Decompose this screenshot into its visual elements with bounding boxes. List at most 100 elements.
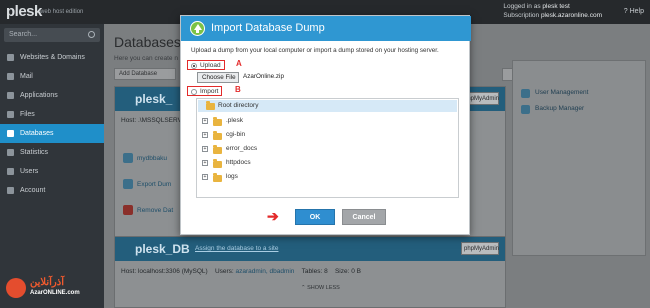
chosen-file-name: AzarOnline.zip [243,73,284,80]
database-backup-link[interactable]: mydbbaku [137,155,167,162]
import-label: Import [200,88,219,95]
logged-in-user[interactable]: plesk test [542,3,569,10]
tree-folder-label: error_docs [226,145,258,152]
sidebar-item-label: Databases [20,130,54,137]
import-dump-dialog: Import Database Dump Upload a dump from … [180,15,471,235]
page-title: Databases [114,34,181,50]
expand-icon[interactable]: + [202,118,208,124]
sidebar-item-files[interactable]: Files [0,105,104,124]
database-host: Host: .\MSSQLSERV [121,117,182,124]
logged-in-label: Logged in as [503,3,541,10]
tree-folder-row[interactable]: + logs [197,171,456,183]
directory-tree: Root directory + .plesk + cgi-bin + erro… [196,98,459,198]
tree-root-row[interactable]: Root directory [198,100,457,112]
dialog-title: Import Database Dump [211,22,325,34]
import-option[interactable]: Import [187,86,223,96]
sidebar-item-databases[interactable]: Databases [0,124,104,143]
user-icon [7,168,14,175]
help-icon: ? [623,8,628,15]
right-sidebar: User Management Backup Manager [512,60,646,256]
watermark-logo: آذرآنلاین AzarONLINE.com [6,276,94,302]
database-icon [7,130,14,137]
upload-icon [190,21,205,36]
plesk-logo[interactable]: plesk [6,3,42,20]
applications-icon [7,92,14,99]
database-host: Host: localhost:3306 (MySQL) Users: azar… [121,268,361,275]
backup-manager-link[interactable]: Backup Manager [535,105,584,112]
chevron-up-icon: ⌃ [301,285,306,291]
tree-root-label: Root directory [218,102,259,109]
backup-manager-icon [521,105,530,114]
assign-database-link[interactable]: Assign the database to a site [195,245,278,252]
upload-label: Upload [200,62,221,69]
dialog-description: Upload a dump from your local computer o… [191,47,439,54]
mail-icon [7,73,14,80]
subscription-value[interactable]: plesk.azaronline.com [541,12,602,19]
import-radio[interactable] [191,89,197,95]
users-label: Users: [214,268,234,275]
user-management-link[interactable]: User Management [535,89,588,96]
sidebar-item-label: Applications [20,92,58,99]
upload-option[interactable]: Upload [187,60,225,70]
sidebar-item-mail[interactable]: Mail [0,67,104,86]
sidebar-item-websites[interactable]: Websites & Domains [0,48,104,67]
statistics-icon [7,149,14,156]
remove-icon [123,205,133,215]
expand-icon[interactable]: + [202,146,208,152]
sidebar-item-statistics[interactable]: Statistics [0,143,104,162]
folder-icon [7,111,14,118]
tree-folder-row[interactable]: + .plesk [197,115,456,127]
expand-icon[interactable]: + [202,132,208,138]
sidebar-item-label: Account [20,187,46,194]
remove-database-link[interactable]: Remove Dat [137,207,173,214]
show-less-label: SHOW LESS [307,285,340,291]
folder-icon [213,117,222,126]
annotation-marker-b: B [235,85,241,94]
sidebar-nav: Websites & Domains Mail Applications Fil… [0,48,104,200]
add-database-button[interactable]: Add Database [114,68,176,80]
users-list[interactable]: azaradmin, dbadmin [236,268,295,275]
sidebar-search-input[interactable]: Search... [4,28,100,42]
database-size: Size: 0 B [334,268,361,275]
backup-icon [123,153,133,163]
tree-folder-label: httpdocs [226,159,251,166]
subscription-label: Subscription [503,12,540,19]
globe-icon [7,54,14,61]
watermark-name: آذرآنلاین [30,277,64,288]
cancel-button[interactable]: Cancel [342,209,386,225]
sidebar-item-users[interactable]: Users [0,162,104,181]
database-name[interactable]: plesk_DB [135,242,190,256]
help-label: Help [629,8,644,15]
tree-folder-label: .plesk [226,117,243,124]
help-menu[interactable]: ? Help [624,8,644,15]
expand-icon[interactable]: + [202,160,208,166]
account-info: Logged in as plesk test Subscription ple… [503,2,602,20]
upload-radio[interactable] [191,63,197,69]
edition-label: web host edition [40,9,84,15]
export-dump-link[interactable]: Export Dum [137,181,171,188]
sidebar-item-label: Websites & Domains [20,54,85,61]
sidebar: Search... Websites & Domains Mail Applic… [0,24,104,308]
tree-folder-row[interactable]: + httpdocs [197,157,456,169]
sidebar-item-label: Statistics [20,149,49,156]
tree-folder-row[interactable]: + error_docs [197,143,456,155]
choose-file-button[interactable]: Choose File [197,72,239,83]
expand-icon[interactable]: + [202,174,208,180]
tree-folder-label: cgi-bin [226,131,246,138]
sidebar-item-label: Users [20,168,39,175]
tree-folder-label: logs [226,173,238,180]
sidebar-item-account[interactable]: Account [0,181,104,200]
watermark-sub: AzarONLINE.com [30,290,80,296]
dialog-header: Import Database Dump [181,16,471,41]
database-name[interactable]: plesk_ [135,92,172,106]
phpmyadmin-button[interactable]: phpMyAdmin [461,242,499,255]
show-less-toggle[interactable]: ⌃ SHOW LESS [301,285,340,291]
folder-icon [213,131,222,140]
tree-folder-row[interactable]: + cgi-bin [197,129,456,141]
annotation-marker-a: A [236,59,242,68]
watermark-icon [6,278,26,298]
ok-button[interactable]: OK [295,209,335,225]
export-icon [123,179,133,189]
database-panel-2: plesk_DB Assign the database to a site p… [114,236,506,308]
sidebar-item-applications[interactable]: Applications [0,86,104,105]
